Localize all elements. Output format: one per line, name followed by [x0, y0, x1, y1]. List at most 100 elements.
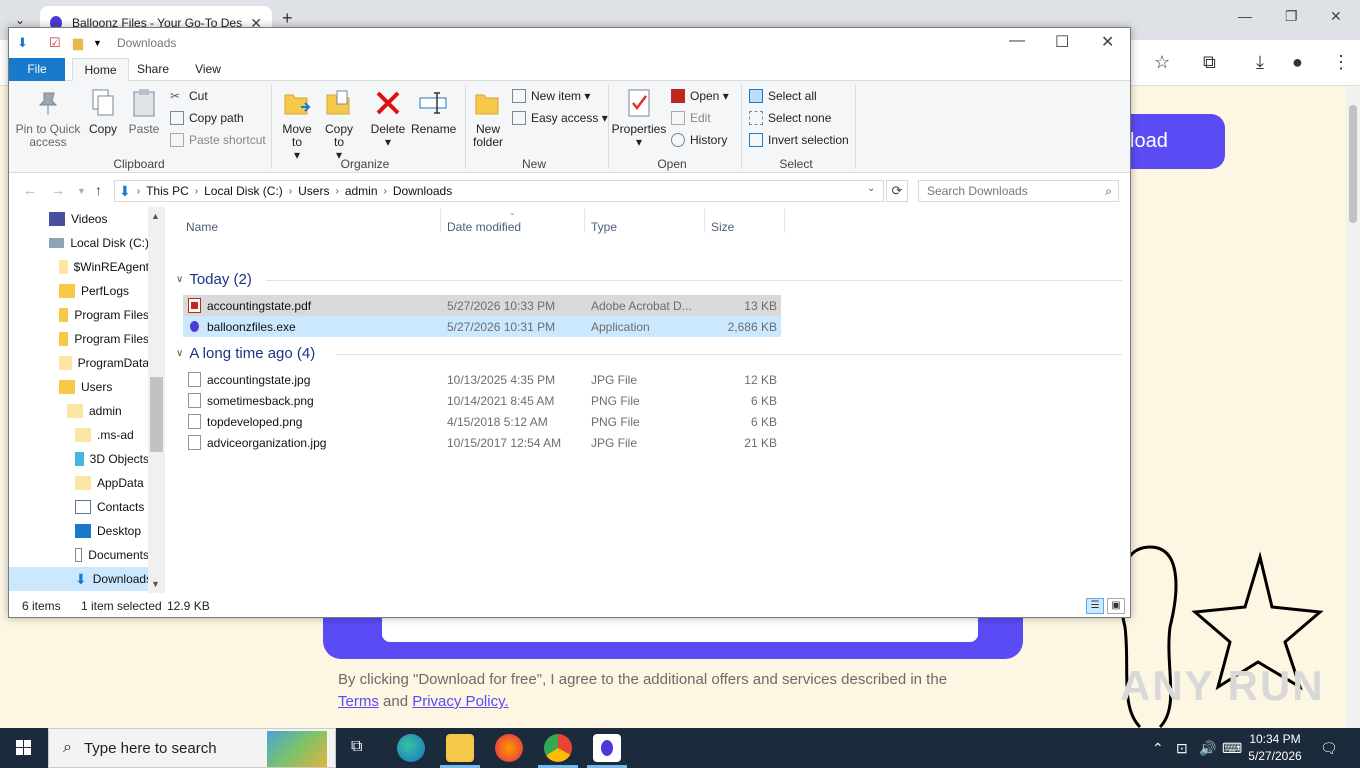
chrome-icon[interactable] — [544, 734, 572, 762]
page-scrollbar[interactable] — [1346, 87, 1360, 728]
new-item-button[interactable]: New item ▾ — [512, 89, 590, 103]
copy-to-button[interactable]: Copy to ▾ — [321, 87, 357, 162]
breadcrumb-users[interactable]: Users — [298, 184, 329, 198]
volume-icon[interactable]: 🔊 — [1199, 740, 1216, 757]
nav-item-contacts[interactable]: Contacts — [75, 495, 149, 519]
nav-item-downloads[interactable]: ⬇ Downloads — [9, 567, 152, 591]
rename-button[interactable]: Rename — [411, 87, 456, 136]
nav-item-3d-objects[interactable]: 3D Objects — [75, 447, 149, 471]
tab-file[interactable]: File — [9, 58, 65, 81]
start-button[interactable] — [0, 728, 48, 768]
file-row[interactable]: accountingstate.jpg 10/13/2025 4:35 PM J… — [183, 369, 781, 390]
privacy-policy-link[interactable]: Privacy Policy. — [412, 693, 508, 710]
nav-item-program-files-x86[interactable]: Program Files — [59, 327, 149, 351]
breadcrumb-local-disk[interactable]: Local Disk (C:) — [204, 184, 283, 198]
chevron-right-icon[interactable]: › — [289, 186, 292, 197]
column-type[interactable]: Type — [591, 220, 617, 234]
file-explorer-icon[interactable] — [446, 734, 474, 762]
nav-item-videos[interactable]: Videos — [49, 207, 149, 231]
address-bar[interactable]: ⬇ › This PC › Local Disk (C:) › Users › … — [114, 180, 884, 202]
nav-item-users[interactable]: Users — [59, 375, 149, 399]
scroll-up-icon[interactable]: ▲ — [151, 211, 160, 221]
group-header-today[interactable]: ∨ Today (2) — [176, 271, 252, 288]
network-icon[interactable]: ⊡ — [1176, 740, 1188, 757]
copy-path-button[interactable]: Copy path — [170, 111, 244, 125]
tab-share[interactable]: Share — [131, 58, 175, 81]
scroll-thumb[interactable] — [150, 377, 163, 452]
copy-button[interactable]: Copy — [85, 87, 121, 136]
select-all-button[interactable]: Select all — [749, 89, 817, 103]
properties-quick-icon[interactable]: ☑ — [49, 35, 61, 51]
history-button[interactable]: History — [671, 133, 727, 147]
back-arrow-icon[interactable]: ← — [23, 182, 37, 198]
details-view-icon[interactable]: ☰ — [1086, 598, 1104, 614]
group-header-long-ago[interactable]: ∨ A long time ago (4) — [176, 345, 315, 362]
close-browser-icon[interactable]: ✕ — [1330, 8, 1342, 25]
invert-selection-button[interactable]: Invert selection — [749, 133, 849, 147]
chevron-right-icon[interactable]: › — [195, 186, 198, 197]
column-name[interactable]: Name — [186, 220, 218, 234]
close-window-icon[interactable]: ✕ — [1101, 32, 1114, 52]
edit-button[interactable]: Edit — [671, 111, 711, 125]
column-size[interactable]: Size — [711, 220, 734, 234]
tab-home[interactable]: Home — [72, 58, 129, 82]
nav-item-admin[interactable]: admin — [67, 399, 149, 423]
scroll-down-icon[interactable]: ▼ — [151, 579, 160, 589]
properties-button[interactable]: Properties ▾ — [611, 87, 667, 149]
large-icons-view-icon[interactable]: ▣ — [1107, 598, 1125, 614]
file-row[interactable]: topdeveloped.png 4/15/2018 5:12 AM PNG F… — [183, 411, 781, 432]
new-folder-quick-icon[interactable]: ▆ — [73, 35, 83, 51]
nav-item-winreagent[interactable]: $WinREAgent — [59, 255, 149, 279]
menu-kebab-icon[interactable]: ⋮ — [1332, 52, 1350, 73]
restore-browser-icon[interactable]: ❐ — [1285, 8, 1298, 25]
pin-quick-access-button[interactable]: Pin to Quick access — [15, 87, 81, 149]
search-box[interactable]: Search Downloads ⌕ — [918, 180, 1119, 202]
column-date-modified[interactable]: Date modified — [447, 220, 521, 234]
refresh-button[interactable]: ⟳ — [886, 180, 908, 202]
nav-item-ms-ad[interactable]: .ms-ad — [75, 423, 149, 447]
bookmark-star-icon[interactable]: ☆ — [1154, 52, 1170, 73]
breadcrumb-downloads[interactable]: Downloads — [393, 184, 452, 198]
balloonz-taskbar-icon[interactable] — [593, 734, 621, 762]
move-to-button[interactable]: Move to ▾ — [279, 87, 315, 162]
chevron-right-icon[interactable]: › — [384, 186, 387, 197]
nav-item-appdata[interactable]: AppData — [75, 471, 149, 495]
downloads-icon[interactable]: ⤓ — [1256, 52, 1264, 73]
up-arrow-icon[interactable]: ↑ — [95, 182, 102, 198]
nav-item-programdata[interactable]: ProgramData — [59, 351, 149, 375]
select-none-button[interactable]: Select none — [749, 111, 831, 125]
cut-button[interactable]: ✂ Cut — [170, 89, 208, 103]
file-row[interactable]: adviceorganization.jpg 10/15/2017 12:54 … — [183, 432, 781, 453]
task-view-icon[interactable]: ⧉ — [351, 738, 362, 756]
recent-locations-icon[interactable]: ▼ — [77, 186, 86, 196]
delete-button[interactable]: Delete ▾ — [369, 87, 407, 149]
open-button[interactable]: Open ▾ — [671, 89, 729, 103]
easy-access-button[interactable]: Easy access ▾ — [512, 111, 608, 125]
chevron-right-icon[interactable]: › — [335, 186, 338, 197]
show-hidden-icons-icon[interactable]: ⌃ — [1152, 740, 1164, 757]
edge-browser-icon[interactable] — [397, 734, 425, 762]
minimize-browser-icon[interactable]: — — [1238, 8, 1252, 24]
forward-arrow-icon[interactable]: → — [51, 182, 65, 198]
address-dropdown-icon[interactable]: ⌄ — [867, 183, 875, 194]
breadcrumb-admin[interactable]: admin — [345, 184, 378, 198]
collapse-chevron-icon[interactable]: ∨ — [176, 348, 183, 359]
paste-button[interactable]: Paste — [126, 87, 162, 136]
nav-item-local-disk[interactable]: Local Disk (C:) — [49, 231, 149, 255]
nav-item-program-files[interactable]: Program Files — [59, 303, 149, 327]
file-row[interactable]: accountingstate.pdf 5/27/2026 10:33 PM A… — [183, 295, 781, 316]
terms-link[interactable]: Terms — [338, 693, 379, 710]
file-row[interactable]: balloonzfiles.exe 5/27/2026 10:31 PM App… — [183, 316, 781, 337]
firefox-icon[interactable] — [495, 734, 523, 762]
minimize-window-icon[interactable]: — — [1009, 32, 1025, 50]
maximize-window-icon[interactable]: ☐ — [1055, 32, 1069, 52]
breadcrumb-this-pc[interactable]: This PC — [146, 184, 189, 198]
nav-item-perflogs[interactable]: PerfLogs — [59, 279, 149, 303]
notifications-icon[interactable]: 🗨 — [1320, 740, 1338, 757]
file-row[interactable]: sometimesback.png 10/14/2021 8:45 AM PNG… — [183, 390, 781, 411]
extensions-icon[interactable]: ⧉ — [1203, 52, 1216, 73]
new-tab-button[interactable]: + — [282, 8, 293, 29]
nav-scrollbar[interactable]: ▲ ▼ — [148, 207, 165, 593]
nav-item-desktop[interactable]: Desktop — [75, 519, 149, 543]
customize-quick-access-icon[interactable]: ▼ — [93, 38, 102, 48]
